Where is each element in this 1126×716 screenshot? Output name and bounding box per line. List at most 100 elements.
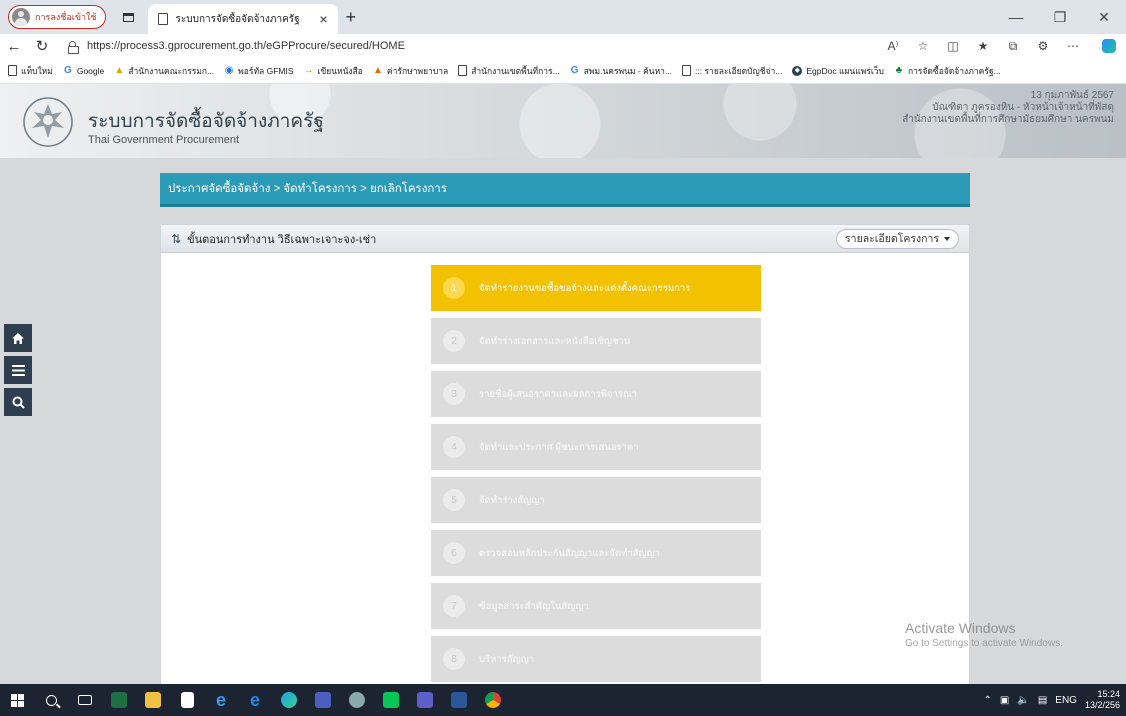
step-label: รายชื่อผู้เสนอราคาและผลการพิจารณา: [479, 388, 638, 400]
sliders-icon: ⇅: [171, 231, 182, 246]
step-3[interactable]: 3 รายชื่อผู้เสนอราคาและผลการพิจารณา: [431, 371, 761, 417]
close-window-icon[interactable]: ✕: [1082, 0, 1126, 34]
step-label: ตรวจสอบหลักประกันสัญญาและจัดทำสัญญา: [479, 547, 661, 559]
bookmark-item[interactable]: ◆ EgpDoc แผนแพร่เว็บ: [792, 64, 884, 78]
taskbar: e e ⌃ ▣ 🔈 ▤ ENG 15:24 13/2/256: [0, 684, 1126, 716]
start-icon[interactable]: [0, 684, 34, 716]
back-icon[interactable]: ←: [0, 38, 28, 55]
browser-tab[interactable]: ระบบการจัดซื้อจัดจ้างภาครัฐ ×: [147, 4, 338, 34]
language-indicator[interactable]: ENG: [1055, 695, 1077, 706]
excel-icon[interactable]: [102, 684, 136, 716]
edge-legacy-icon[interactable]: e: [238, 684, 272, 716]
step-number: 8: [443, 648, 465, 670]
tray-chevron-icon[interactable]: ⌃: [984, 695, 992, 706]
bookmark-item[interactable]: ▲ สำนักงานคณะกรรมก...: [114, 64, 214, 78]
app2-icon[interactable]: [340, 684, 374, 716]
tab-close-icon[interactable]: ×: [319, 11, 327, 27]
bookmark-item[interactable]: สำนักงานเขตพื้นที่การ...: [458, 64, 560, 78]
split-screen-icon[interactable]: ◫: [938, 39, 968, 54]
google-icon: G: [63, 64, 72, 76]
bookmark-label: สพม.นครพนม - ค้นหา...: [583, 65, 673, 76]
collections-icon[interactable]: ⧉: [998, 39, 1028, 54]
page-icon: [157, 13, 168, 25]
folder-icon: [458, 65, 468, 76]
page-content: ระบบการจัดซื้อจัดจ้างภาครัฐ Thai Governm…: [0, 84, 1126, 684]
step-number: 4: [443, 436, 465, 458]
step-2[interactable]: 2 จัดทำร่างเอกสารและหนังสือเชิญชวน: [431, 318, 761, 364]
edge-icon[interactable]: [272, 684, 306, 716]
extensions-icon[interactable]: ⚙: [1028, 39, 1058, 54]
bookmarks-bar: แท็บใหม่ G Google ▲ สำนักงานคณะกรรมก... ◉ พ…: [0, 58, 1126, 84]
line-icon[interactable]: [374, 684, 408, 716]
network-icon[interactable]: ▣: [1000, 695, 1009, 706]
site-subtitle: Thai Government Procurement: [88, 134, 240, 146]
panel-title: ขั้นตอนการทำงาน วิธีเฉพาะเจาะจง-เช่า: [187, 233, 377, 246]
bookmark-label: แท็บใหม่: [21, 65, 53, 76]
clock[interactable]: 15:24 13/2/256: [1085, 689, 1120, 711]
lock-icon[interactable]: [68, 40, 79, 54]
bookmark-label: ::: รายละเอียดบัญชีจ่า...: [695, 65, 783, 76]
step-label: บริหารสัญญา: [479, 653, 535, 665]
step-7[interactable]: 7 ข้อมูลสาระสำคัญในสัญญา: [431, 583, 761, 629]
bookmark-item[interactable]: ♣ การจัดซื้อจัดจ้างภาครัฐ...: [894, 64, 1001, 78]
app-icon[interactable]: [306, 684, 340, 716]
search-taskbar-icon[interactable]: [34, 684, 68, 716]
bookmark-item[interactable]: แท็บใหม่: [8, 64, 53, 78]
clock-date: 13/2/256: [1084, 700, 1120, 710]
store-icon[interactable]: [170, 684, 204, 716]
restore-icon[interactable]: ❐: [1038, 0, 1082, 34]
project-detail-label: รายละเอียดโครงการ: [845, 233, 939, 245]
search-icon[interactable]: [4, 388, 32, 416]
panel-header: ⇅ ขั้นตอนการทำงาน วิธีเฉพาะเจาะจง-เช่า ร…: [161, 225, 969, 253]
bookmark-item[interactable]: ::: รายละเอียดบัญชีจ่า...: [682, 64, 782, 78]
step-label: จัดทำร่างสัญญา: [479, 494, 545, 506]
chrome-icon[interactable]: [476, 684, 510, 716]
bookmark-item[interactable]: ◉ พอร์ทัล GFMIS: [224, 64, 294, 78]
copilot-icon[interactable]: [1102, 39, 1116, 53]
volume-icon[interactable]: 🔈: [1017, 695, 1029, 706]
file-explorer-icon[interactable]: [136, 684, 170, 716]
minimize-icon[interactable]: —: [994, 0, 1038, 34]
step-label: จัดทำและประกาศ ผู้ชนะการเสนอราคา: [479, 441, 639, 453]
folder-icon: [8, 65, 17, 76]
bookmark-item[interactable]: → เขียนหนังสือ: [304, 64, 363, 78]
more-icon[interactable]: ⋯: [1058, 39, 1088, 54]
gfmis-icon: ◉: [224, 64, 234, 76]
step-8[interactable]: 8 บริหารสัญญา: [431, 636, 761, 682]
bookmark-item[interactable]: ▲ ค่ารักษาพยาบาล: [373, 64, 448, 78]
step-5[interactable]: 5 จัดทำร่างสัญญา: [431, 477, 761, 523]
step-number: 1: [443, 277, 465, 299]
step-label: จัดทำรายงานขอซื้อขอจ้างและแต่งตั้งคณะกรร…: [479, 282, 691, 294]
bookmark-label: การจัดซื้อจัดจ้างภาครัฐ...: [907, 65, 1001, 76]
task-view-icon[interactable]: [68, 684, 102, 716]
user-info: 13 กุมภาพันธ์ 2567 บัณฑิตา ภูครองหิน - ห…: [902, 90, 1114, 126]
word-icon[interactable]: [442, 684, 476, 716]
caret-down-icon: [944, 236, 950, 241]
step-number: 2: [443, 330, 465, 352]
step-6[interactable]: 6 ตรวจสอบหลักประกันสัญญาและจัดทำสัญญา: [431, 530, 761, 576]
bookmark-label: ค่ารักษาพยาบาล: [386, 65, 449, 76]
new-tab-button[interactable]: +: [346, 7, 357, 28]
step-number: 3: [443, 383, 465, 405]
refresh-icon[interactable]: ↻: [28, 37, 56, 55]
teams-icon[interactable]: [408, 684, 442, 716]
read-aloud-icon[interactable]: A⁾: [878, 39, 908, 54]
profile-button[interactable]: การลงชื่อเข้าใช้: [8, 5, 106, 29]
bookmark-item[interactable]: G สพม.นครพนม - ค้นหา...: [570, 64, 672, 78]
step-number: 6: [443, 542, 465, 564]
favorites-icon[interactable]: ★: [968, 39, 998, 54]
bookmark-item[interactable]: G Google: [63, 64, 104, 76]
internet-explorer-icon[interactable]: e: [204, 684, 238, 716]
step-4[interactable]: 4 จัดทำและประกาศ ผู้ชนะการเสนอราคา: [431, 424, 761, 470]
favorite-star-icon[interactable]: ☆: [908, 39, 938, 54]
project-detail-dropdown[interactable]: รายละเอียดโครงการ: [836, 228, 959, 249]
address-bar: ← ↻ https://process3.gprocurement.go.th/…: [0, 34, 1126, 58]
bookmark-label: EgpDoc แผนแพร่เว็บ: [806, 65, 884, 76]
menu-icon[interactable]: [4, 356, 32, 384]
home-icon[interactable]: [4, 324, 32, 352]
url-field[interactable]: https://process3.gprocurement.go.th/eGPP…: [87, 40, 878, 52]
notification-icon[interactable]: ▤: [1038, 695, 1047, 706]
tab-actions-icon[interactable]: [114, 2, 144, 32]
step-1[interactable]: 1 จัดทำรายงานขอซื้อขอจ้างและแต่งตั้งคณะก…: [431, 265, 761, 311]
egpdoc-icon: ◆: [792, 65, 803, 76]
